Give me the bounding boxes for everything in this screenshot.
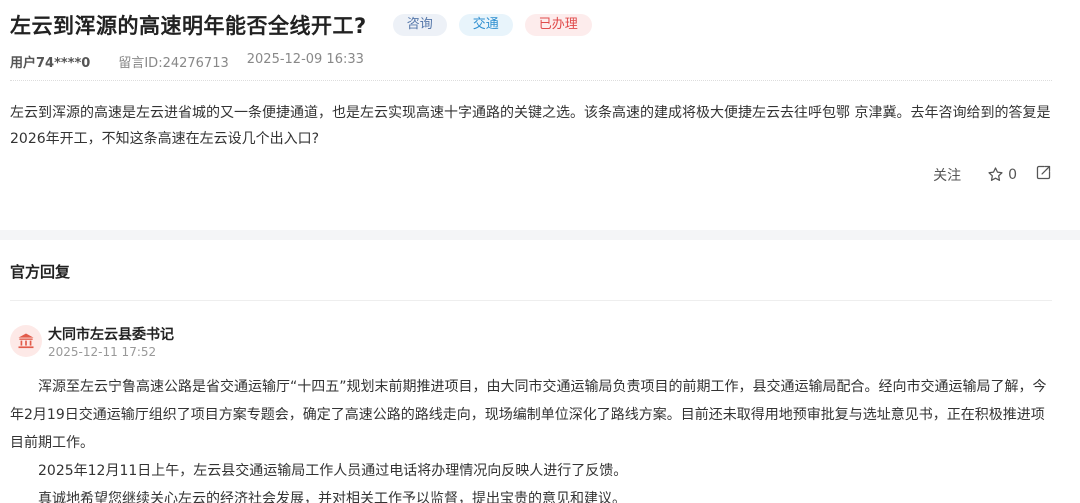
question-datetime: 2025-12-09 16:33 <box>246 52 364 67</box>
government-building-icon <box>18 333 34 349</box>
question-section: 左云到浑源的高速明年能否全线开工? 咨询 交通 已办理 用户74****0 留言… <box>0 0 1080 230</box>
question-user: 用户74****0 <box>10 56 91 71</box>
reply-datetime: 2025-12-11 17:52 <box>48 345 157 359</box>
reply-paragraph: 浑源至左云宁鲁高速公路是省交通运输厅“十四五”规划末前期推进项目，由大同市交通运… <box>10 379 1047 451</box>
question-title: 左云到浑源的高速明年能否全线开工? <box>10 14 367 38</box>
star-outline-icon <box>988 167 1003 181</box>
share-button[interactable] <box>1035 164 1052 185</box>
meta-divider <box>10 80 1052 81</box>
tag-consult[interactable]: 咨询 <box>392 14 447 36</box>
reply-paragraph: 2025年12月11日上午，左云县交通运输局工作人员通过电话将办理情况向反映人进… <box>38 463 628 479</box>
org-avatar <box>10 325 42 357</box>
tag-traffic[interactable]: 交通 <box>458 14 513 36</box>
share-icon <box>1036 165 1051 180</box>
like-count: 0 <box>1008 166 1017 183</box>
message-id: 留言ID:24276713 <box>118 56 229 71</box>
org-name: 大同市左云县委书记 <box>48 327 174 343</box>
section-separator <box>0 230 1080 240</box>
reply-paragraph: 真诚地希望您继续关心左云的经济社会发展，并对相关工作予以监督，提出宝贵的意见和建… <box>38 491 626 503</box>
follow-button[interactable]: 关注 <box>933 165 961 185</box>
like-button[interactable]: 0 <box>987 166 1017 183</box>
title-row: 左云到浑源的高速明年能否全线开工? 咨询 交通 已办理 <box>10 9 592 41</box>
reply-body: 浑源至左云宁鲁高速公路是省交通运输厅“十四五”规划末前期推进项目，由大同市交通运… <box>10 373 1055 503</box>
reply-divider <box>10 300 1052 301</box>
question-content: 左云到浑源的高速是左云进省城的又一条便捷通道，也是左云实现高速十字通路的关键之选… <box>10 105 1051 147</box>
reply-section-title: 官方回复 <box>10 263 71 281</box>
question-actions: 关注 0 <box>933 164 1052 185</box>
question-meta: 用户74****0 留言ID:24276713 2025-12-09 16:33 <box>10 52 364 71</box>
tag-status-done: 已办理 <box>524 14 592 36</box>
